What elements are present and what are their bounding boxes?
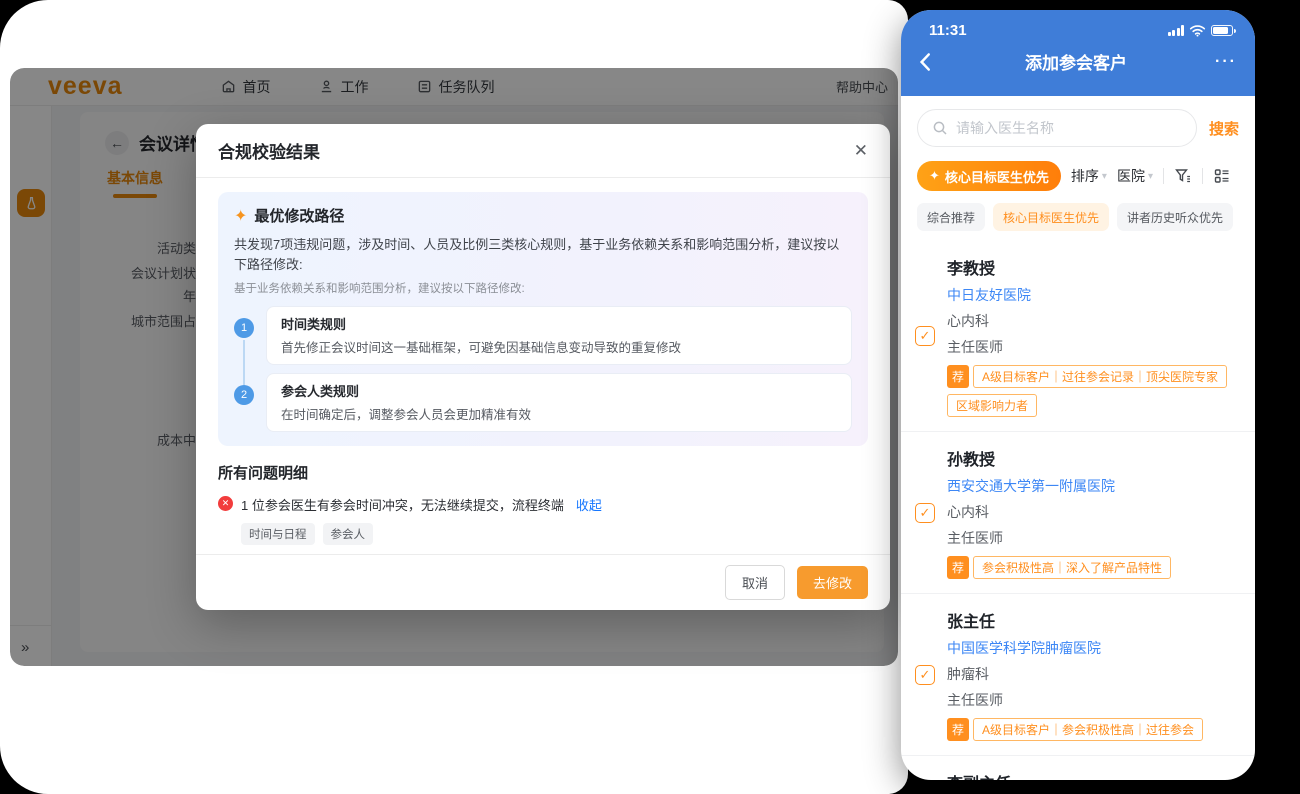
recommend-badge: 荐 [947, 365, 969, 388]
step-number-badge: 1 [234, 318, 254, 338]
chip-comprehensive[interactable]: 综合推荐 [917, 203, 985, 231]
hospital-link[interactable]: 中日友好医院 [947, 285, 1239, 305]
doctor-checkbox[interactable]: ✓ [915, 503, 935, 523]
doctor-checkbox[interactable]: ✓ [915, 326, 935, 346]
doctor-card[interactable]: ✓ 李副主任 河北医科大学第二医院 心血管内科 副主任医师 [901, 756, 1255, 780]
hospital-link[interactable]: 西安交通大学第一附属医院 [947, 476, 1239, 496]
issues-section-title: 所有问题明细 [218, 462, 868, 483]
issue-tag: 时间与日程 [241, 523, 315, 545]
chip-core-target[interactable]: 核心目标医生优先 [993, 203, 1109, 231]
wifi-icon [1189, 24, 1206, 37]
best-path-panel: ✦ 最优修改路径 共发现7项违规问题，涉及时间、人员及比例三类核心规则，基于业务… [218, 192, 868, 446]
modal-title: 合规校验结果 [218, 138, 320, 163]
compliance-check-modal: 合规校验结果 ✕ ✦ 最优修改路径 共发现7项违规问题，涉及时间、人员及比例三类… [196, 124, 890, 610]
path-step-2: 2 参会人类规则 在时间确定后，调整参会人员会更加精准有效 [234, 373, 852, 432]
phone-screenshot: 11:31 添加参会客户 ··· [901, 10, 1255, 780]
step-number-badge: 2 [234, 385, 254, 405]
divider [1202, 168, 1203, 184]
chevron-down-icon: ▾ [1102, 171, 1107, 182]
doctor-search-input[interactable] [956, 120, 1182, 136]
doctor-checkbox[interactable]: ✓ [915, 665, 935, 685]
hospital-link[interactable]: 中国医学科学院肿瘤医院 [947, 638, 1239, 658]
list-view-icon[interactable] [1213, 167, 1231, 185]
sparkle-icon: ✦ [929, 168, 940, 184]
best-path-title: 最优修改路径 [254, 205, 344, 226]
sparkle-icon: ✦ [234, 206, 247, 226]
doctor-tag-pill: A级目标客户｜参会积极性高｜过往参会 [973, 718, 1203, 741]
best-path-summary: 共发现7项违规问题，涉及时间、人员及比例三类核心规则，基于业务依赖关系和影响范围… [234, 235, 852, 274]
more-menu-icon[interactable]: ··· [1215, 53, 1237, 71]
collapse-link[interactable]: 收起 [576, 495, 602, 514]
phone-header: 11:31 添加参会客户 ··· [901, 10, 1255, 96]
recommend-badge: 荐 [947, 718, 969, 741]
filter-funnel-icon[interactable] [1174, 167, 1192, 185]
desktop-screenshot: veeva 首页 工作 任务队列 帮助中心 [0, 0, 908, 794]
doctor-search-input-wrap [917, 109, 1197, 147]
issue-tag: 参会人 [323, 523, 374, 545]
go-modify-button[interactable]: 去修改 [797, 566, 868, 599]
doctor-card[interactable]: ✓ 李教授 中日友好医院 心内科 主任医师 荐 A级目标客户｜过往参会记录｜顶尖… [901, 241, 1255, 432]
doctor-tag-pill: 区域影响力者 [947, 394, 1037, 417]
best-path-sub-summary: 基于业务依赖关系和影响范围分析，建议按以下路径修改: [234, 280, 852, 296]
recommend-badge: 荐 [947, 556, 969, 579]
search-button[interactable]: 搜索 [1209, 118, 1239, 139]
battery-icon [1211, 25, 1233, 36]
status-time: 11:31 [929, 22, 967, 39]
divider [1163, 168, 1164, 184]
doctor-list: ✓ 李教授 中日友好医院 心内科 主任医师 荐 A级目标客户｜过往参会记录｜顶尖… [901, 241, 1255, 780]
signal-icon [1168, 25, 1185, 36]
chip-speaker-history[interactable]: 讲者历史听众优先 [1117, 203, 1233, 231]
back-chevron-icon[interactable] [915, 51, 937, 73]
canvas: veeva 首页 工作 任务队列 帮助中心 [0, 0, 1300, 794]
cancel-button[interactable]: 取消 [725, 565, 785, 600]
path-step-1: 1 时间类规则 首先修正会议时间这一基础框架，可避免因基础信息变动导致的重复修改 [234, 306, 852, 373]
sort-dropdown[interactable]: 排序 ▾ [1071, 166, 1107, 186]
close-icon[interactable]: ✕ [854, 142, 868, 159]
doctor-card[interactable]: ✓ 张主任 中国医学科学院肿瘤医院 肿瘤科 主任医师 荐 A级目标客户｜参会积极… [901, 594, 1255, 756]
hospital-dropdown[interactable]: 医院 ▾ [1117, 166, 1153, 186]
issue-item-error: ✕ 1 位参会医生有参会时间冲突，无法继续提交，流程终端 收起 时间与日程 参会… [218, 495, 868, 554]
doctor-tag-pill: 参会积极性高｜深入了解产品特性 [973, 556, 1171, 579]
doctor-tag-pill: A级目标客户｜过往参会记录｜顶尖医院专家 [973, 365, 1227, 388]
search-icon [932, 120, 948, 136]
chevron-down-icon: ▾ [1148, 171, 1153, 182]
doctor-card[interactable]: ✓ 孙教授 西安交通大学第一附属医院 心内科 主任医师 荐 参会积极性高｜深入了… [901, 432, 1255, 594]
phone-page-title: 添加参会客户 [1025, 49, 1127, 74]
priority-filter-pill[interactable]: ✦ 核心目标医生优先 [917, 161, 1061, 191]
error-icon: ✕ [218, 496, 233, 511]
